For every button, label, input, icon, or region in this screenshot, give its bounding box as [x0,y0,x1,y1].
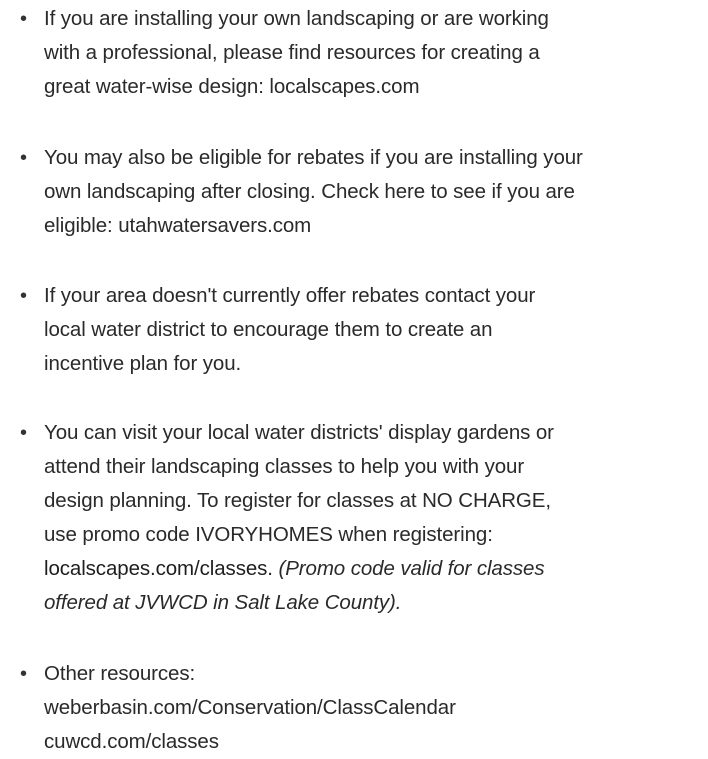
text-line: attend their landscaping classes to help… [44,455,525,478]
text-line: with a professional, please find resourc… [44,41,540,64]
text-line: local water district to encourage them t… [44,318,493,341]
promo-note-text: offered at JVWCD in Salt Lake County). [44,591,402,614]
bullet-marker: • [20,8,28,30]
text-line: incentive plan for you. [44,352,242,375]
bullet-marker: • [20,663,28,685]
text-line: localscapes.com/classes. (Promo code val… [44,552,696,586]
list-item-text: Other resources: weberbasin.com/Conserva… [44,657,696,759]
text-line: design planning. To register for classes… [44,489,551,512]
bullet-marker: • [20,422,28,444]
text-line: eligible: utahwatersavers.com [44,214,312,237]
text-line: weberbasin.com/Conservation/ClassCalenda… [44,696,456,719]
classes-link-text: localscapes.com/classes. [44,557,273,580]
text-line: great water-wise design: localscapes.com [44,75,420,98]
document-page: • If you are installing your own landsca… [0,0,708,758]
bullet-marker: • [20,147,28,169]
text-line: If you are installing your own landscapi… [44,7,549,30]
text-line: cuwcd.com/classes [44,730,219,753]
list-item-text: If your area doesn't currently offer reb… [44,279,696,381]
text-line: If your area doesn't currently offer reb… [44,284,536,307]
text-line: own landscaping after closing. Check her… [44,180,575,203]
bullet-marker: • [20,285,28,307]
text-line: Other resources: [44,662,196,685]
list-item-text: You can visit your local water districts… [44,416,696,620]
text-line: You may also be eligible for rebates if … [44,146,583,169]
list-item-text: If you are installing your own landscapi… [44,2,696,104]
promo-note-text: (Promo code valid for classes [278,557,545,580]
text-line: use promo code IVORYHOMES when registeri… [44,523,493,546]
list-item-text: You may also be eligible for rebates if … [44,141,696,243]
text-line: You can visit your local water districts… [44,421,554,444]
